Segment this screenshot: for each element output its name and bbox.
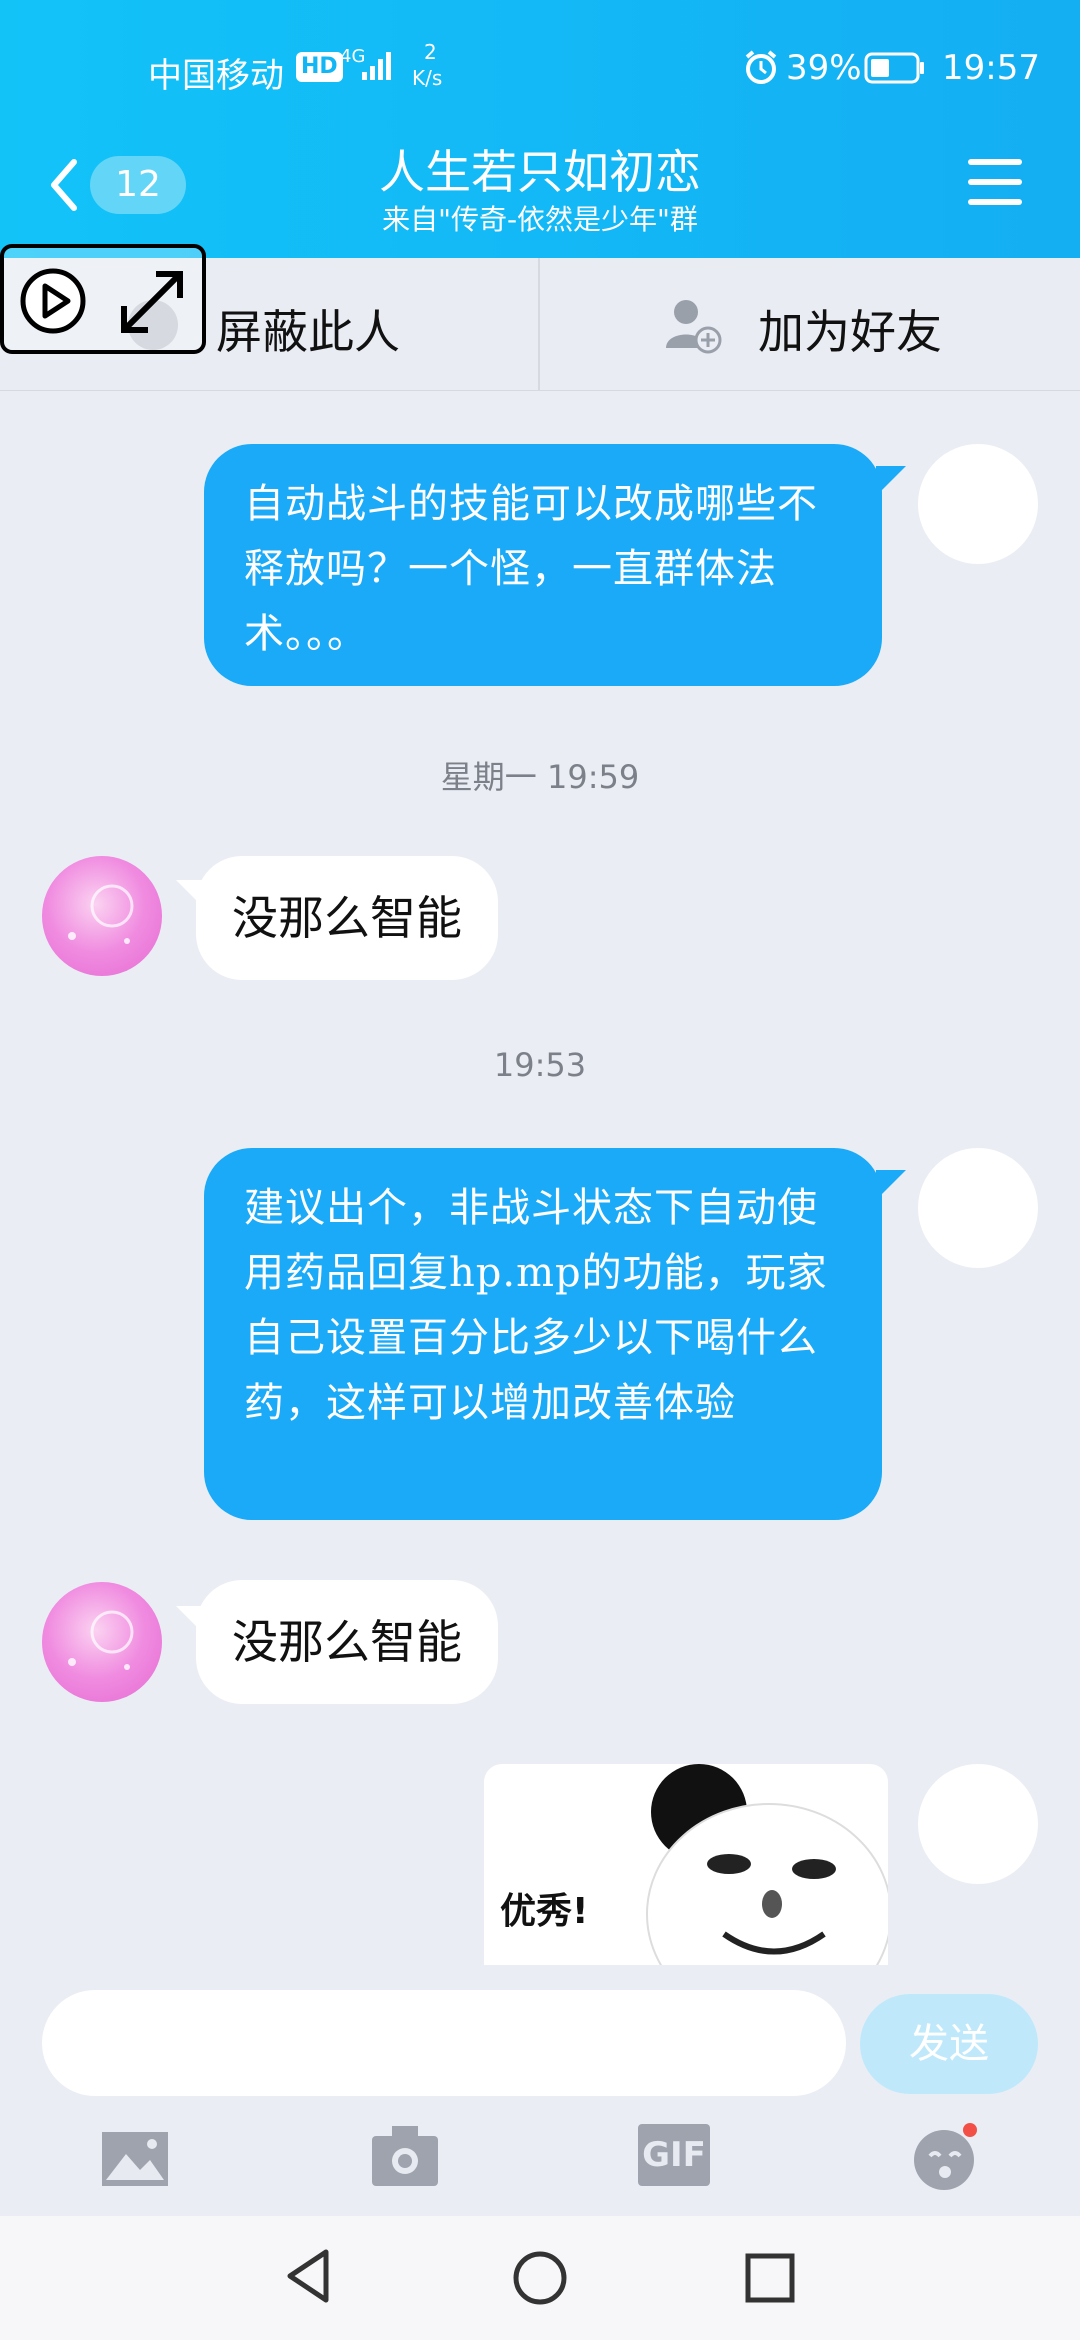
send-button[interactable]: 发送: [860, 1994, 1038, 2094]
emoji-icon[interactable]: [910, 2122, 980, 2192]
nav-recents-icon[interactable]: [742, 2250, 798, 2306]
avatar-image: [68, 1610, 134, 1670]
menu-icon[interactable]: [966, 156, 1026, 208]
chat-title: 人生若只如初恋: [379, 145, 701, 199]
clock: 19:57: [942, 48, 1040, 88]
expand-icon[interactable]: [116, 266, 188, 338]
back-arrow-icon[interactable]: [44, 156, 84, 214]
timestamp: 19:53: [493, 1046, 587, 1084]
message-input[interactable]: [42, 1990, 846, 2096]
my-avatar[interactable]: [918, 1148, 1038, 1268]
system-nav-bar: [0, 2216, 1080, 2340]
avatar-image: [68, 884, 134, 944]
sender-avatar[interactable]: [42, 1582, 162, 1702]
battery-percent: 39%: [786, 48, 862, 88]
battery-icon: [864, 52, 924, 84]
play-icon[interactable]: [18, 266, 88, 336]
chat-subtitle: 来自"传奇-依然是少年"群: [382, 203, 698, 236]
message-bubble[interactable]: 没那么智能: [196, 856, 498, 980]
nav-home-icon[interactable]: [510, 2248, 570, 2308]
alarm-icon: [745, 50, 777, 84]
my-avatar[interactable]: [918, 1764, 1038, 1884]
sticker-caption: 优秀!: [500, 1891, 589, 1932]
signal-icon: [362, 52, 391, 80]
add-friend-icon: [666, 300, 722, 354]
camera-icon[interactable]: [370, 2124, 440, 2188]
message-bubble[interactable]: 自动战斗的技能可以改成哪些不释放吗？一个怪，一直群体法术。。。: [204, 444, 882, 686]
nav-back-icon[interactable]: [282, 2246, 338, 2306]
panda-meme-image: [646, 1764, 888, 1965]
add-friend-label: 加为好友: [758, 305, 942, 359]
carrier-label: 中国移动: [148, 56, 284, 96]
speed-value: 2: [424, 40, 437, 64]
image-icon[interactable]: [100, 2130, 170, 2188]
message-bubble[interactable]: 建议出个，非战斗状态下自动使用药品回复hp.mp的功能，玩家自己设置百分比多少以…: [204, 1148, 882, 1520]
gif-icon[interactable]: GIF: [638, 2124, 710, 2186]
block-user-label: 屏蔽此人: [216, 305, 400, 359]
unread-count-badge[interactable]: 12: [90, 156, 186, 214]
hd-badge: HD: [296, 52, 343, 82]
header: 中国移动 HD 4G 2 K/s 39% 19:57 12 人生若只如初恋 来自…: [0, 0, 1080, 258]
speed-unit: K/s: [412, 66, 443, 90]
message-bubble[interactable]: 没那么智能: [196, 1580, 498, 1704]
timestamp: 星期一 19:59: [440, 758, 640, 796]
sender-avatar[interactable]: [42, 856, 162, 976]
sticker-message[interactable]: 优秀!: [484, 1764, 888, 1965]
floating-player-widget[interactable]: [0, 244, 206, 354]
my-avatar[interactable]: [918, 444, 1038, 564]
add-friend-button[interactable]: 加为好友: [540, 258, 1080, 390]
message-list[interactable]: 自动战斗的技能可以改成哪些不释放吗？一个怪，一直群体法术。。。 星期一 19:5…: [0, 390, 1080, 1965]
